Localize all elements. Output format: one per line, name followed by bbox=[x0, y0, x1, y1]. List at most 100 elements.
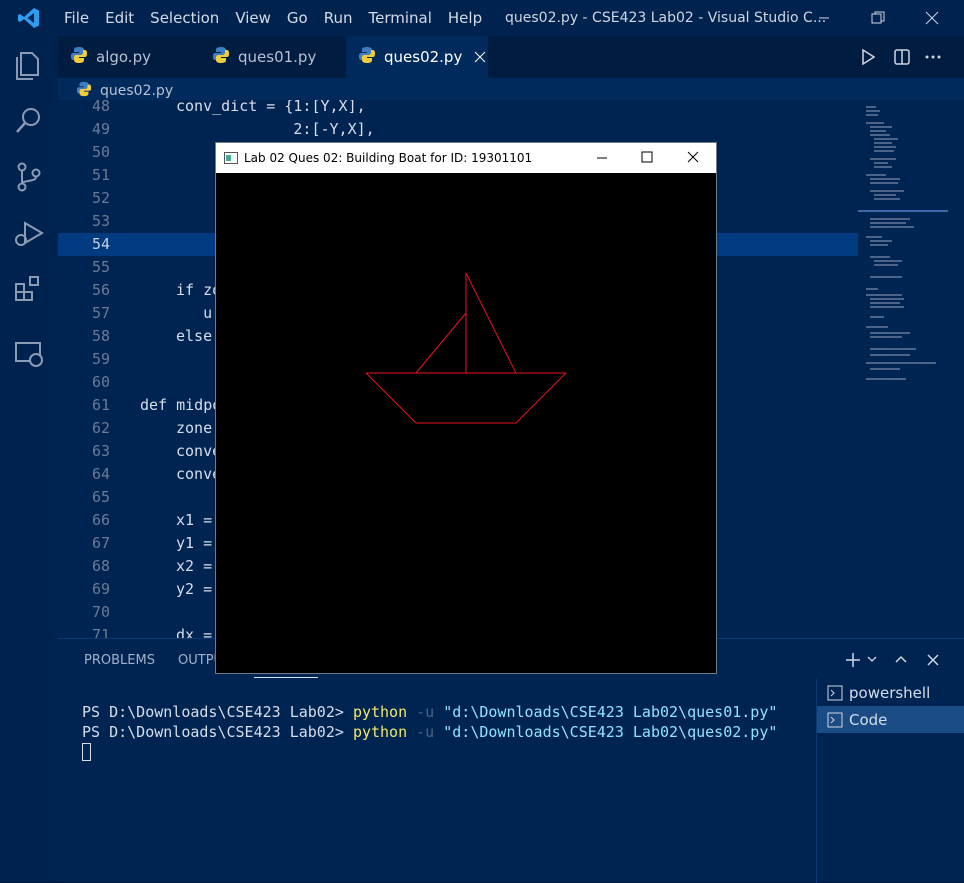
tk-title-bar[interactable]: Lab 02 Ques 02: Building Boat for ID: 19… bbox=[216, 143, 716, 173]
terminal-line: PS D:\Downloads\CSE423 Lab02> python -u … bbox=[82, 723, 777, 741]
code-text: 2:[-Y,X], bbox=[176, 120, 375, 138]
run-debug-icon[interactable] bbox=[12, 216, 46, 250]
terminal-item-label: Code bbox=[849, 710, 888, 729]
more-actions-icon[interactable] bbox=[924, 49, 942, 65]
tk-app-icon bbox=[224, 152, 238, 164]
menu-run[interactable]: Run bbox=[318, 9, 363, 27]
new-terminal-icon[interactable] bbox=[844, 651, 862, 669]
line-number: 57 bbox=[91, 304, 110, 322]
window-title: ques02.py - CSE423 Lab02 - Visual Studio… bbox=[505, 10, 827, 26]
line-number: 59 bbox=[91, 350, 110, 368]
close-icon bbox=[925, 11, 939, 25]
menu-go[interactable]: Go bbox=[281, 9, 318, 27]
extensions-icon[interactable] bbox=[12, 272, 46, 306]
line-number: 70 bbox=[91, 603, 110, 621]
tab-problems[interactable]: PROBLEMS bbox=[84, 653, 155, 668]
code-text: u bbox=[176, 304, 213, 322]
tk-window-title: Lab 02 Ques 02: Building Boat for ID: 19… bbox=[244, 151, 533, 165]
line-number: 53 bbox=[91, 212, 110, 230]
tab-ques02-py[interactable]: ques02.py bbox=[346, 36, 488, 78]
line-number: 69 bbox=[91, 580, 110, 598]
terminal-argument: "d:\Downloads\CSE423 Lab02\ques01.py" bbox=[443, 703, 778, 721]
active-tab-indicator bbox=[254, 677, 318, 678]
line-number: 64 bbox=[91, 465, 110, 483]
terminal-item-code[interactable]: Code bbox=[817, 706, 964, 733]
explorer-icon[interactable] bbox=[12, 48, 46, 82]
terminal-prompt: PS D:\Downloads\CSE423 Lab02> bbox=[82, 723, 353, 741]
terminal-line: PS D:\Downloads\CSE423 Lab02> python -u … bbox=[82, 703, 777, 721]
close-panel-icon[interactable] bbox=[926, 653, 940, 667]
line-number: 65 bbox=[91, 488, 110, 506]
remote-explorer-icon[interactable] bbox=[12, 336, 46, 370]
python-icon bbox=[358, 46, 376, 68]
terminal-list: powershell Code bbox=[816, 679, 964, 883]
boat-line bbox=[415, 312, 467, 374]
terminal-command: python bbox=[352, 703, 408, 721]
terminal-flag: -u bbox=[407, 703, 444, 721]
line-number: 56 bbox=[91, 281, 110, 299]
line-number: 67 bbox=[91, 534, 110, 552]
breadcrumb-file[interactable]: ques02.py bbox=[100, 83, 173, 99]
chevron-down-icon[interactable] bbox=[866, 655, 878, 665]
code-text: zone bbox=[176, 419, 213, 437]
line-number: 48 bbox=[91, 100, 110, 115]
tab-ques01-py[interactable]: ques01.py bbox=[200, 36, 346, 78]
terminal-prompt: PS D:\Downloads\CSE423 Lab02> bbox=[82, 703, 353, 721]
code-line: 48 conv_dict = {1:[Y,X], bbox=[58, 100, 858, 118]
terminal-cursor[interactable] bbox=[82, 743, 91, 761]
line-number: 49 bbox=[91, 120, 110, 138]
tab-label: ques02.py bbox=[384, 48, 463, 66]
editor-tab-bar: algo.py ques01.py ques02.py bbox=[58, 36, 964, 78]
run-file-icon[interactable] bbox=[860, 49, 876, 65]
restore-button[interactable] bbox=[856, 0, 900, 36]
minimize-button[interactable] bbox=[802, 0, 846, 36]
terminal-item-powershell[interactable]: powershell bbox=[817, 679, 964, 706]
minimap[interactable] bbox=[858, 100, 948, 638]
split-editor-icon[interactable] bbox=[894, 49, 910, 65]
close-tab-icon[interactable] bbox=[474, 51, 486, 63]
code-text: y1 = bbox=[176, 534, 213, 552]
tk-canvas[interactable] bbox=[216, 173, 716, 673]
menu-help[interactable]: Help bbox=[442, 9, 492, 27]
tk-close-icon[interactable] bbox=[687, 151, 699, 163]
code-line: 49 2:[-Y,X], bbox=[58, 118, 858, 141]
menu-view[interactable]: View bbox=[229, 9, 281, 27]
code-text: conv_dict = {1:[Y,X], bbox=[176, 100, 366, 115]
maximize-panel-icon[interactable] bbox=[894, 653, 908, 665]
source-control-icon[interactable] bbox=[12, 160, 46, 194]
menu-edit[interactable]: Edit bbox=[99, 9, 144, 27]
python-icon bbox=[212, 46, 230, 68]
terminal-command: python bbox=[352, 723, 408, 741]
line-number: 58 bbox=[91, 327, 110, 345]
restore-icon bbox=[871, 11, 885, 24]
line-number: 66 bbox=[91, 511, 110, 529]
line-number: 61 bbox=[91, 396, 110, 414]
search-icon[interactable] bbox=[12, 104, 46, 138]
tk-app-window[interactable]: Lab 02 Ques 02: Building Boat for ID: 19… bbox=[215, 142, 717, 674]
line-number: 55 bbox=[91, 258, 110, 276]
python-icon bbox=[76, 81, 92, 101]
boat-line bbox=[465, 272, 517, 374]
editor-scrollbar[interactable] bbox=[948, 100, 964, 638]
code-text: else bbox=[176, 327, 213, 345]
python-icon bbox=[70, 46, 88, 68]
menu-file[interactable]: File bbox=[58, 9, 99, 27]
code-text: x1 = bbox=[176, 511, 213, 529]
tk-maximize-icon[interactable] bbox=[641, 151, 653, 163]
menu-terminal[interactable]: Terminal bbox=[363, 9, 442, 27]
tk-minimize-icon[interactable] bbox=[596, 152, 608, 164]
line-number: 71 bbox=[91, 626, 110, 638]
line-number: 50 bbox=[91, 143, 110, 161]
minimize-icon bbox=[819, 17, 829, 19]
menu-selection[interactable]: Selection bbox=[144, 9, 229, 27]
line-number: 62 bbox=[91, 419, 110, 437]
close-window-button[interactable] bbox=[910, 0, 954, 36]
line-number: 51 bbox=[91, 166, 110, 184]
line-number: 63 bbox=[91, 442, 110, 460]
bottom-panel: PROBLEMS OUTPU PS D:\Downloads\CSE423 La… bbox=[58, 638, 964, 883]
vscode-logo-icon bbox=[0, 0, 58, 36]
tab-label: algo.py bbox=[96, 48, 151, 66]
boat-line bbox=[365, 372, 417, 424]
tab-algo-py[interactable]: algo.py bbox=[58, 36, 200, 78]
terminal-icon bbox=[827, 685, 843, 700]
